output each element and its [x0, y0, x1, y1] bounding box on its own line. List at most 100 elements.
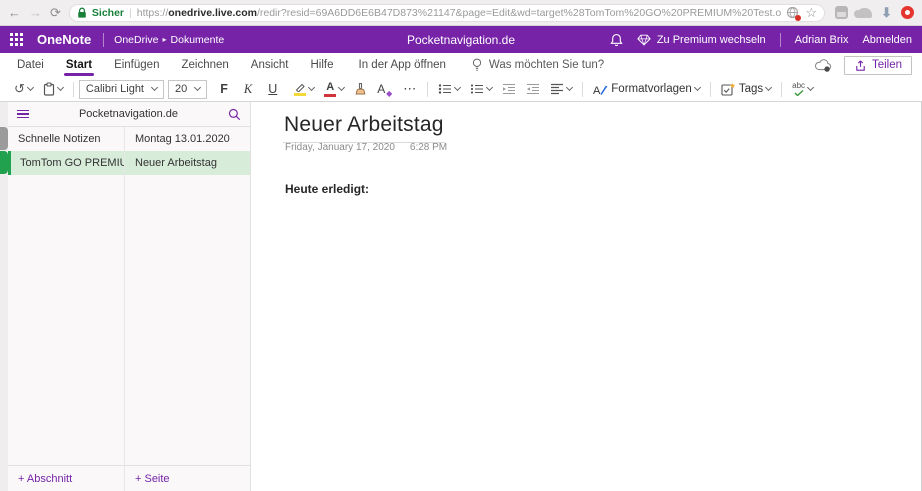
- increase-indent-icon: [526, 83, 540, 95]
- nav-menu-icon[interactable]: [17, 110, 29, 119]
- page-canvas[interactable]: Neuer Arbeitstag Friday, January 17, 202…: [251, 102, 922, 491]
- section-label: TomTom GO PREMIU…: [20, 157, 124, 169]
- breadcrumb[interactable]: OneDrive ▸ Dokumente: [114, 34, 224, 46]
- diamond-icon: [637, 34, 651, 46]
- decrease-indent-button[interactable]: [497, 79, 521, 100]
- highlighter-icon: [293, 82, 306, 96]
- font-size-select[interactable]: 20: [168, 80, 207, 99]
- section-item-schnelle-notizen[interactable]: Schnelle Notizen: [8, 127, 124, 151]
- numbered-list-button[interactable]: [465, 79, 497, 100]
- font-color-button[interactable]: A: [319, 79, 349, 100]
- browser-reload-button[interactable]: ⟳: [50, 6, 61, 19]
- bold-button[interactable]: F: [215, 79, 233, 100]
- signout-button[interactable]: Abmelden: [862, 34, 912, 46]
- formatting-toolbar: ↺ Calibri Light 20 F K U A A ◆: [0, 77, 922, 102]
- extension-icon[interactable]: [835, 6, 848, 19]
- tags-button[interactable]: ★ Tags: [716, 79, 776, 100]
- tab-einfuegen[interactable]: Einfügen: [103, 53, 170, 77]
- alignment-button[interactable]: [545, 79, 577, 100]
- page-datetime: Friday, January 17, 2020 6:28 PM: [285, 142, 447, 153]
- tab-ansicht[interactable]: Ansicht: [240, 53, 300, 77]
- header-divider: [103, 33, 104, 47]
- sidebar-notebook-title[interactable]: Pocketnavigation.de: [35, 108, 222, 120]
- page-time: 6:28 PM: [410, 142, 447, 153]
- section-label: Schnelle Notizen: [18, 133, 101, 145]
- svg-text:A: A: [593, 85, 601, 96]
- increase-indent-button[interactable]: [521, 79, 545, 100]
- sections-list: Schnelle Notizen TomTom GO PREMIU… + Abs…: [8, 127, 125, 491]
- sync-status-cloud-icon: [814, 59, 832, 72]
- section-item-tomtom[interactable]: TomTom GO PREMIU…: [8, 151, 124, 175]
- breadcrumb-root[interactable]: OneDrive: [114, 34, 158, 46]
- url-divider: |: [129, 7, 132, 19]
- section-color-tab-gray[interactable]: [0, 127, 8, 150]
- paste-button[interactable]: [38, 79, 68, 100]
- bookmark-star-icon[interactable]: ☆: [805, 5, 817, 21]
- clear-formatting-button[interactable]: A ◆: [372, 79, 390, 100]
- page-body-text[interactable]: Heute erledigt:: [285, 182, 369, 196]
- italic-button[interactable]: K: [239, 79, 257, 100]
- ribbon-tab-bar: Datei Start Einfügen Zeichnen Ansicht Hi…: [0, 53, 922, 77]
- tab-start[interactable]: Start: [55, 53, 103, 77]
- page-info-badge-icon[interactable]: [786, 6, 800, 20]
- cloud-extension-icon[interactable]: [857, 8, 872, 18]
- breadcrumb-caret-icon: ▸: [163, 35, 167, 44]
- tab-datei[interactable]: Datei: [6, 53, 55, 77]
- app-launcher-icon[interactable]: [10, 33, 23, 46]
- svg-text:★: ★: [729, 82, 735, 90]
- page-item-neuer-arbeitstag[interactable]: Neuer Arbeitstag: [125, 151, 250, 175]
- red-extension-icon[interactable]: [901, 6, 914, 19]
- tab-zeichnen[interactable]: Zeichnen: [170, 53, 239, 77]
- notifications-bell-icon[interactable]: [610, 33, 623, 47]
- app-header: OneNote OneDrive ▸ Dokumente Pocketnavig…: [0, 26, 922, 53]
- padlock-icon: [77, 7, 87, 19]
- font-color-icon: A: [324, 82, 336, 97]
- account-name[interactable]: Adrian Brix: [795, 34, 849, 46]
- section-color-tab-green[interactable]: [0, 151, 8, 174]
- download-extension-icon[interactable]: ⬇: [881, 6, 892, 19]
- sidebar-header: Pocketnavigation.de: [8, 102, 250, 127]
- clear-formatting-icon: A ◆: [377, 80, 385, 98]
- search-icon[interactable]: [228, 108, 241, 121]
- page-item-montag[interactable]: Montag 13.01.2020: [125, 127, 250, 151]
- open-in-app-button[interactable]: In der App öffnen: [359, 59, 446, 71]
- add-page-button[interactable]: + Seite: [125, 465, 250, 491]
- secure-label: Sicher: [92, 7, 124, 19]
- bulleted-list-button[interactable]: [433, 79, 465, 100]
- add-section-button[interactable]: + Abschnitt: [8, 465, 124, 491]
- font-name-select[interactable]: Calibri Light: [79, 80, 164, 99]
- styles-label: Formatvorlagen: [611, 83, 692, 95]
- spellcheck-button[interactable]: abc: [787, 79, 818, 100]
- font-name-value: Calibri Light: [86, 83, 144, 95]
- underline-button[interactable]: U: [263, 79, 282, 100]
- lightbulb-icon: [472, 58, 482, 72]
- tellme-search[interactable]: Was möchten Sie tun?: [472, 58, 604, 72]
- alignment-icon: [550, 83, 564, 95]
- share-button[interactable]: Teilen: [844, 56, 912, 75]
- breadcrumb-leaf[interactable]: Dokumente: [171, 34, 225, 46]
- more-options-button[interactable]: ⋯: [398, 79, 422, 100]
- browser-back-button[interactable]: ←: [8, 6, 21, 19]
- share-label: Teilen: [872, 59, 902, 71]
- page-title[interactable]: Neuer Arbeitstag: [284, 113, 444, 136]
- decrease-indent-icon: [502, 83, 516, 95]
- styles-button[interactable]: A Formatvorlagen: [588, 79, 705, 100]
- font-size-value: 20: [175, 83, 187, 95]
- browser-forward-button[interactable]: →: [29, 6, 42, 19]
- tab-hilfe[interactable]: Hilfe: [300, 53, 345, 77]
- premium-label: Zu Premium wechseln: [657, 34, 766, 46]
- app-name[interactable]: OneNote: [37, 32, 91, 47]
- browser-extensions: ⬇: [833, 6, 914, 19]
- tags-icon: ★: [721, 82, 736, 96]
- page-title-container[interactable]: Neuer Arbeitstag: [283, 113, 445, 143]
- upgrade-premium-button[interactable]: Zu Premium wechseln: [637, 34, 766, 46]
- notebook-sidebar: Pocketnavigation.de Schnelle Notizen Tom…: [8, 102, 251, 491]
- pages-list: Montag 13.01.2020 Neuer Arbeitstag + Sei…: [125, 127, 250, 491]
- section-color-strip: [0, 102, 8, 491]
- address-bar[interactable]: Sicher | https://onedrive.live.com/redir…: [69, 4, 825, 22]
- highlighter-button[interactable]: [288, 79, 319, 100]
- format-painter-button[interactable]: [349, 79, 372, 100]
- numbered-list-icon: [470, 83, 484, 95]
- undo-button[interactable]: ↺: [9, 79, 38, 100]
- spellcheck-icon: abc: [792, 82, 805, 96]
